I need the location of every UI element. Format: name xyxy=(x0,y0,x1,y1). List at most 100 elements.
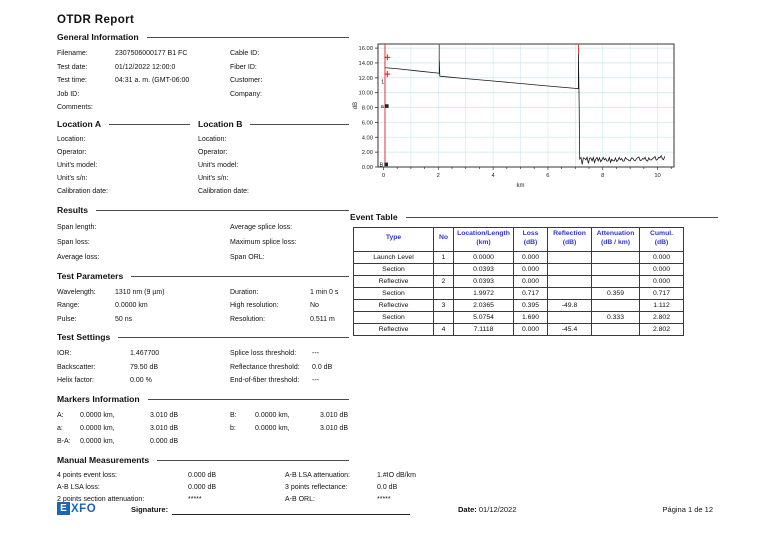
field-label: Range: xyxy=(57,302,80,310)
marker-letter: B: xyxy=(230,412,237,420)
svg-text:0: 0 xyxy=(382,173,385,179)
field-value xyxy=(115,88,230,102)
field-row: Wavelength: 1310 nm (9 µm) Duration: 1 m… xyxy=(57,286,349,300)
heading-rule xyxy=(250,123,349,125)
field-value: 50 ns xyxy=(115,315,133,323)
field-value: 0.0 dB xyxy=(377,483,398,491)
event-table: Type No Location/Length (km) Loss (dB) R… xyxy=(353,227,684,336)
field-label: Span loss: xyxy=(57,238,90,246)
field-value: 1310 nm (9 µm) xyxy=(115,288,165,296)
field-label: A-B LSA attenuation: xyxy=(285,471,350,479)
svg-text:14.00: 14.00 xyxy=(358,61,373,67)
field-label: Span ORL: xyxy=(230,253,265,261)
field-label: Test time: xyxy=(57,77,87,85)
section-heading: General Information xyxy=(57,32,139,42)
svg-text:4: 4 xyxy=(491,173,495,179)
cell-cumul: 0.000 xyxy=(639,274,684,288)
field-label: Operator: xyxy=(198,148,228,156)
marker-letter: b: xyxy=(230,425,236,433)
location-a: Location A Location: Operator: Unit's mode… xyxy=(57,115,190,199)
marker-letter: B-A: xyxy=(57,438,71,446)
section-heading: Test Parameters xyxy=(57,270,124,281)
field-value: 1 min 0 s xyxy=(310,288,339,296)
marker-db: 3.010 dB xyxy=(320,425,349,433)
field-row: Span length: Average splice loss: xyxy=(57,220,349,235)
cell-loss: 0.000 xyxy=(513,262,548,276)
field-row: A-B LSA loss: 0.000 dB 3 points reflecta… xyxy=(57,482,397,494)
svg-text:B: B xyxy=(380,162,384,168)
section-heading: Event Table xyxy=(350,212,398,222)
field-value xyxy=(310,88,349,102)
cell-type: Reflective xyxy=(353,274,434,288)
cell-no: 4 xyxy=(433,322,454,336)
event-table-row: Section 0.0393 0.000 0.000 xyxy=(353,262,684,276)
field-label: Job ID: xyxy=(57,90,80,98)
marker-km: 0.0000 km, xyxy=(255,425,290,433)
field-value: --- xyxy=(312,350,319,358)
svg-text:10.00: 10.00 xyxy=(358,91,373,97)
field-label: Fiber ID: xyxy=(230,63,257,71)
signature-line xyxy=(172,514,410,515)
section-manual-measurements: Manual Measurements xyxy=(57,455,349,465)
event-table-header-row: Type No Location/Length (km) Loss (dB) R… xyxy=(353,227,684,252)
field-value: 0.000 dB xyxy=(188,471,217,479)
page-number: Página 1 de 12 xyxy=(662,505,713,514)
field-value: No xyxy=(310,302,319,310)
event-table-row: Reflective 2 0.0393 0.000 0.000 xyxy=(353,274,684,288)
section-heading: Location A xyxy=(57,118,102,129)
cell-type: Reflective xyxy=(353,322,434,336)
field-label: Maximum splice loss: xyxy=(230,238,297,246)
field-label: A-B LSA loss: xyxy=(57,483,100,491)
section-event-table: Event Table xyxy=(350,212,718,222)
cell-reflection xyxy=(547,274,592,288)
field-value: 0.511 m xyxy=(310,315,335,323)
event-table-column-header: Location/Length (km) xyxy=(453,227,514,252)
heading-rule xyxy=(157,459,349,461)
date-label: Date: xyxy=(458,505,477,514)
field-label xyxy=(230,101,310,115)
marker-km: 0.0000 km, xyxy=(80,425,115,433)
signature-label: Signature: xyxy=(131,505,169,514)
field-row: Pulse: 50 ns Resolution: 0.511 m xyxy=(57,313,349,327)
exfo-logo: E XFO xyxy=(57,502,96,515)
heading-rule xyxy=(146,37,349,38)
general-rows: Filename: 2307506000177 B1 FC Cable ID: … xyxy=(57,47,349,115)
field-row: IOR: 1.467700 Splice loss threshold: --- xyxy=(57,347,349,361)
field-row: 4 points event loss: 0.000 dB A-B LSA at… xyxy=(57,470,416,482)
cell-loss: 0.000 xyxy=(513,274,548,288)
svg-text:8: 8 xyxy=(601,173,604,179)
field-label: Pulse: xyxy=(57,315,77,323)
field-row: Range: 0.0000 km High resolution: No xyxy=(57,299,349,313)
svg-text:10: 10 xyxy=(654,173,660,179)
cell-attenuation xyxy=(591,322,640,336)
cell-attenuation xyxy=(591,298,640,312)
heading-rule xyxy=(147,399,349,401)
field-value: 0.0000 km xyxy=(115,302,148,310)
cell-reflection: -49.8 xyxy=(547,298,592,312)
field-label: 4 points event loss: xyxy=(57,471,117,479)
event-table-column-header: Loss (dB) xyxy=(513,227,548,252)
field-row: Job ID: Company: xyxy=(57,88,349,102)
field-label: IOR: xyxy=(57,350,72,358)
cell-loss: 0.000 xyxy=(513,250,548,264)
cell-reflection xyxy=(547,310,592,324)
cell-no xyxy=(433,286,454,300)
section-results: Results xyxy=(57,205,349,215)
cell-no: 3 xyxy=(433,298,454,312)
section-general-information: General Information xyxy=(57,32,349,42)
heading-rule xyxy=(109,123,190,125)
cell-location: 2.0365 xyxy=(453,298,514,312)
field-row: Average loss: Span ORL: xyxy=(57,250,349,265)
cell-location: 5.0754 xyxy=(453,310,514,324)
svg-text:6.00: 6.00 xyxy=(362,120,373,126)
cell-reflection xyxy=(547,250,592,264)
cell-location: 1.9972 xyxy=(453,286,514,300)
cell-no xyxy=(433,262,454,276)
section-test-settings: Test Settings xyxy=(57,332,349,342)
svg-text:12.00: 12.00 xyxy=(358,76,373,82)
cell-reflection xyxy=(547,286,592,300)
cell-attenuation: 0.359 xyxy=(591,286,640,300)
heading-rule xyxy=(96,209,349,211)
field-label: Average loss: xyxy=(57,253,100,261)
heading-rule xyxy=(118,337,349,339)
